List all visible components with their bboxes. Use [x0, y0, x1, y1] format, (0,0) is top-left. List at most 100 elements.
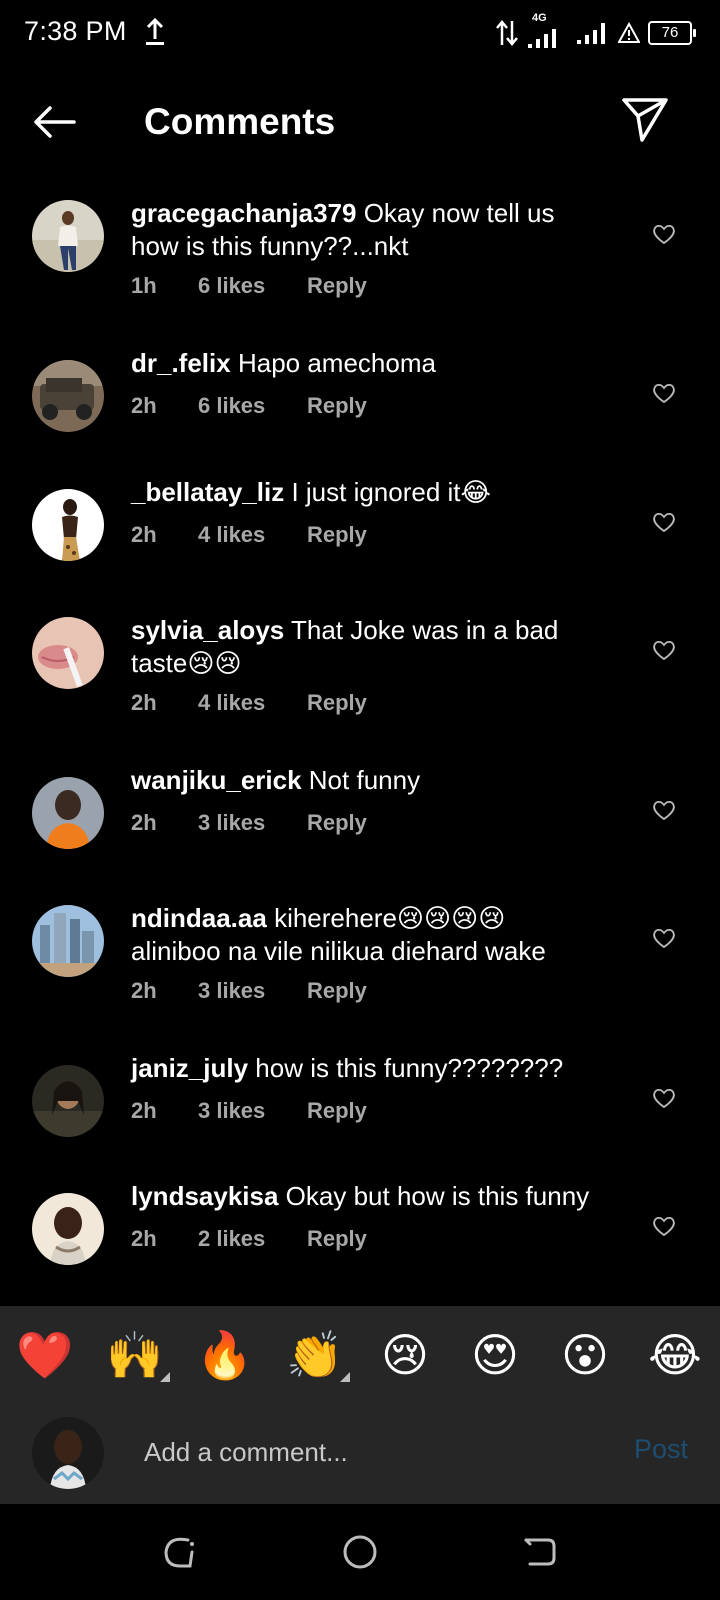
comment-input[interactable]: [144, 1432, 574, 1472]
comment-meta: 2h 3 likes Reply: [131, 978, 367, 1004]
comment-username[interactable]: dr_.felix: [131, 348, 231, 378]
avatar[interactable]: [32, 1065, 104, 1137]
comment-meta: 2h 6 likes Reply: [131, 393, 367, 419]
emoji-fire[interactable]: 🔥: [196, 1326, 254, 1384]
comment-text: Not funny: [308, 765, 421, 795]
comment-time: 1h: [131, 273, 157, 298]
like-heart-icon[interactable]: [652, 799, 676, 821]
send-icon[interactable]: [620, 94, 670, 144]
comment-body: dr_.felix Hapo amechoma: [131, 347, 601, 380]
comment-likes[interactable]: 6 likes: [198, 393, 268, 419]
emoji-raised-hands[interactable]: 🙌: [106, 1326, 164, 1384]
post-button[interactable]: Post: [634, 1434, 688, 1465]
avatar[interactable]: [32, 617, 104, 689]
battery-icon: 76: [648, 21, 696, 45]
comment-body: _bellatay_liz I just ignored it😂: [131, 476, 601, 509]
status-icons: 4G 76: [496, 12, 696, 50]
reply-button[interactable]: Reply: [307, 690, 367, 716]
comment-meta: 2h 3 likes Reply: [131, 810, 367, 836]
avatar[interactable]: [32, 200, 104, 272]
current-user-avatar: [32, 1417, 104, 1489]
comment-text: Hapo amechoma: [237, 348, 436, 378]
status-bar: 7:38 PM 4G 76: [0, 0, 720, 66]
back-arrow-icon[interactable]: [28, 98, 80, 146]
like-heart-icon[interactable]: [652, 382, 676, 404]
emoji-heart[interactable]: ❤️: [16, 1326, 74, 1384]
like-heart-icon[interactable]: [652, 511, 676, 533]
page-title: Comments: [144, 101, 336, 142]
emoji-heart-eyes[interactable]: 😍: [466, 1326, 524, 1384]
status-time: 7:38 PM: [24, 16, 127, 46]
avatar[interactable]: [32, 360, 104, 432]
comment-meta: 2h 2 likes Reply: [131, 1226, 367, 1252]
reply-button[interactable]: Reply: [307, 273, 367, 299]
comment-time: 2h: [131, 978, 157, 1003]
skin-tone-indicator-icon: [160, 1372, 170, 1382]
comment-time: 2h: [131, 1226, 157, 1251]
reply-button[interactable]: Reply: [307, 978, 367, 1004]
comment-username[interactable]: janiz_july: [131, 1053, 248, 1083]
emoji-tears-of-joy[interactable]: 😂: [646, 1326, 704, 1384]
emoji-bar: ❤️ 🙌 🔥 👏 😢 😍 😮 😂: [0, 1306, 720, 1402]
comment-text: Okay but how is this funny: [285, 1181, 590, 1211]
avatar[interactable]: [32, 777, 104, 849]
upload-icon: [146, 17, 164, 45]
emoji-clapping-hands[interactable]: 👏: [286, 1326, 344, 1384]
comment-meta: 2h 4 likes Reply: [131, 522, 367, 548]
comment-likes[interactable]: 3 likes: [198, 1098, 268, 1124]
comment-body: gracegachanja379 Okay now tell us how is…: [131, 197, 601, 263]
comment-text: I just ignored it😂: [291, 477, 491, 507]
like-heart-icon[interactable]: [652, 927, 676, 949]
avatar[interactable]: [32, 1193, 104, 1265]
comment-body: lyndsaykisa Okay but how is this funny: [131, 1180, 601, 1213]
like-heart-icon[interactable]: [652, 639, 676, 661]
skin-tone-indicator-icon: [340, 1372, 350, 1382]
comment-time: 2h: [131, 1098, 157, 1123]
comment-username[interactable]: sylvia_aloys: [131, 615, 284, 645]
emoji-crying-face[interactable]: 😢: [376, 1326, 434, 1384]
avatar[interactable]: [32, 905, 104, 977]
recent-apps-icon[interactable]: [160, 1532, 200, 1572]
comment-username[interactable]: gracegachanja379: [131, 198, 356, 228]
comment-time: 2h: [131, 690, 157, 715]
comment-body: ndindaa.aa kiherehere😢😢😢😢 aliniboo na vi…: [131, 902, 601, 968]
reply-button[interactable]: Reply: [307, 522, 367, 548]
like-heart-icon[interactable]: [652, 1215, 676, 1237]
home-icon[interactable]: [340, 1532, 380, 1572]
comment-meta: 2h 3 likes Reply: [131, 1098, 367, 1124]
network-label: 4G: [532, 12, 547, 24]
reply-button[interactable]: Reply: [307, 1226, 367, 1252]
comment-likes[interactable]: 3 likes: [198, 978, 268, 1004]
comment-time: 2h: [131, 810, 157, 835]
reply-button[interactable]: Reply: [307, 1098, 367, 1124]
comment-meta: 1h 6 likes Reply: [131, 273, 367, 299]
comment-likes[interactable]: 2 likes: [198, 1226, 268, 1252]
system-nav-bar: [0, 1504, 720, 1600]
comment-username[interactable]: ndindaa.aa: [131, 903, 267, 933]
comment-likes[interactable]: 4 likes: [198, 522, 268, 548]
header: Comments: [0, 76, 720, 168]
like-heart-icon[interactable]: [652, 1087, 676, 1109]
comment-likes[interactable]: 6 likes: [198, 273, 268, 299]
comment-likes[interactable]: 3 likes: [198, 810, 268, 836]
comment-username[interactable]: wanjiku_erick: [131, 765, 302, 795]
avatar[interactable]: [32, 489, 104, 561]
emoji-surprised-face[interactable]: 😮: [556, 1326, 614, 1384]
comment-body: sylvia_aloys That Joke was in a bad tast…: [131, 614, 601, 680]
comment-username[interactable]: _bellatay_liz: [131, 477, 284, 507]
comment-body: wanjiku_erick Not funny: [131, 764, 601, 797]
comment-composer: Post: [0, 1402, 720, 1504]
data-transfer-icon: [496, 20, 518, 46]
reply-button[interactable]: Reply: [307, 810, 367, 836]
like-heart-icon[interactable]: [652, 223, 676, 245]
comment-time: 2h: [131, 393, 157, 418]
comment-meta: 2h 4 likes Reply: [131, 690, 367, 716]
comment-text: how is this funny????????: [255, 1053, 564, 1083]
comment-username[interactable]: lyndsaykisa: [131, 1181, 278, 1211]
back-nav-icon[interactable]: [520, 1532, 560, 1572]
signal-4g-icon: 4G: [526, 12, 568, 50]
reply-button[interactable]: Reply: [307, 393, 367, 419]
warning-icon: [618, 22, 640, 43]
signal-icon: [577, 23, 605, 44]
comment-likes[interactable]: 4 likes: [198, 690, 268, 716]
